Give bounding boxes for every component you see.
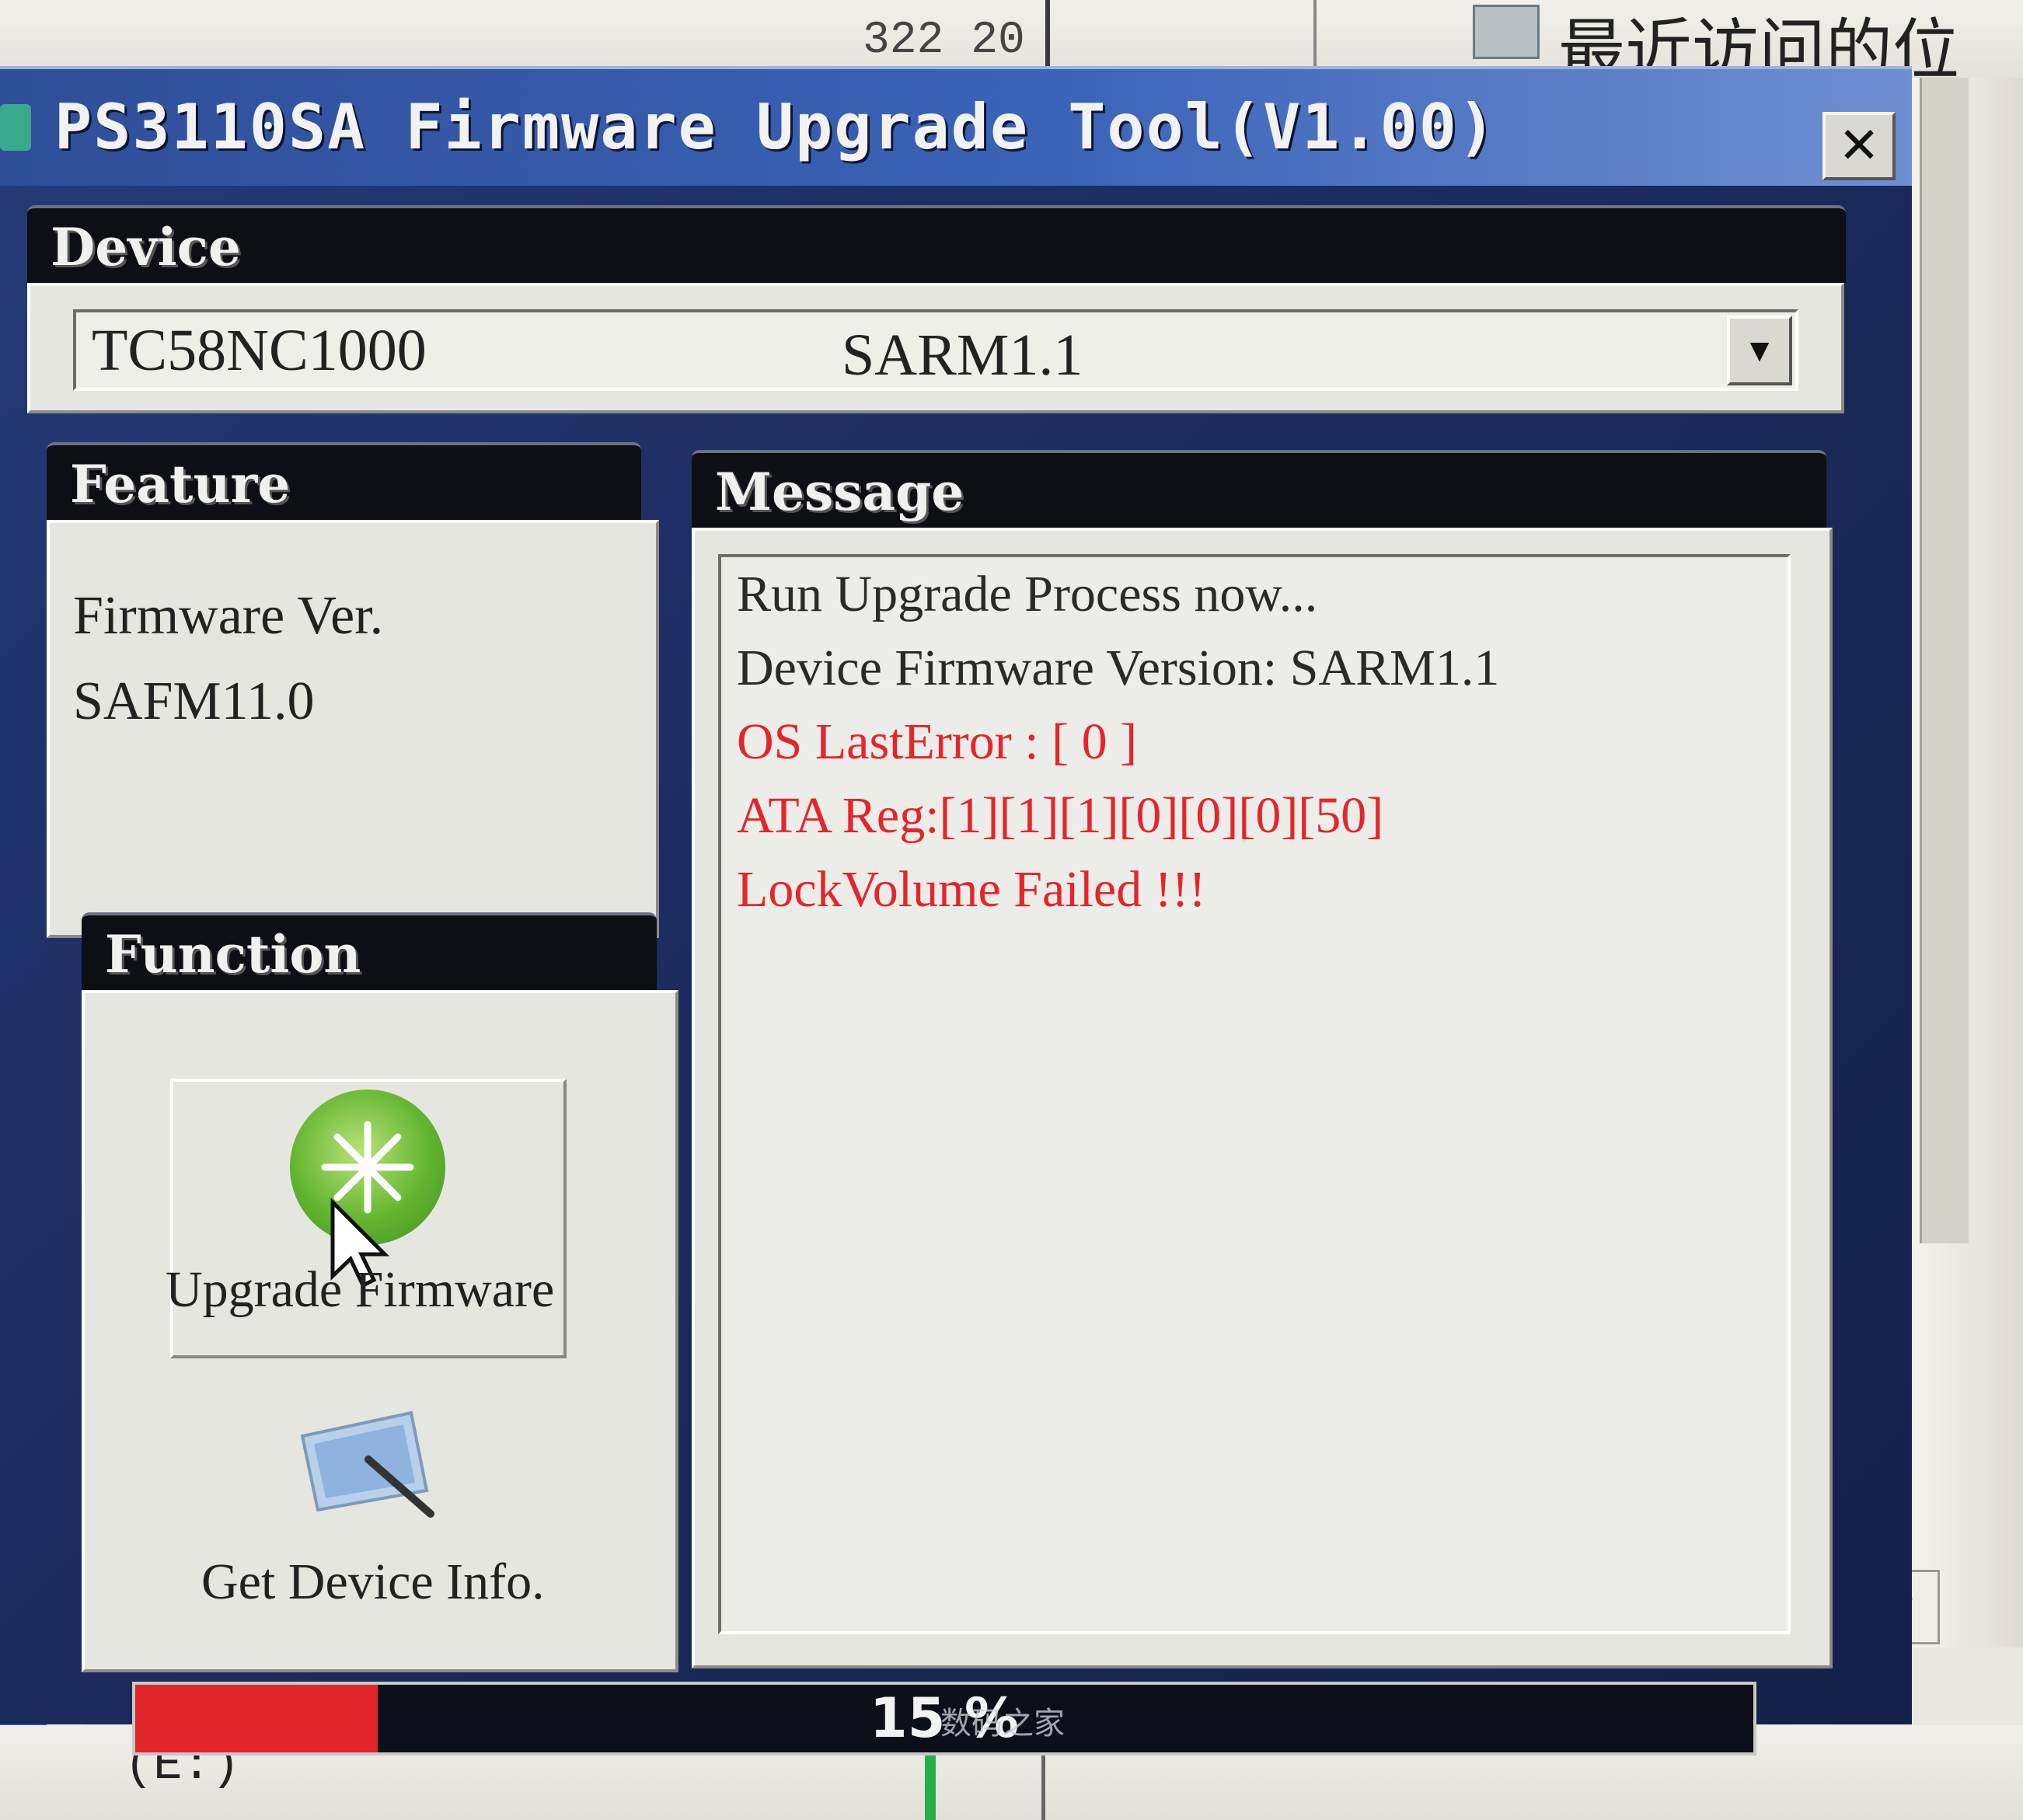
get-device-info-label: Get Device Info. <box>201 1553 545 1610</box>
feature-panel-header: Feature <box>47 442 641 520</box>
folder-icon <box>1473 5 1540 59</box>
device-firmware: SARM1.1 <box>842 323 1083 388</box>
chevron-down-icon[interactable]: ▼ <box>1727 316 1792 385</box>
upgrade-firmware-label: Upgrade Firmware <box>166 1261 555 1318</box>
firmware-upgrade-window: PS3110SA Firmware Upgrade Tool(V1.00) ✕ … <box>0 66 1912 1755</box>
background-right-pane: ▼ <box>1865 78 2023 1647</box>
device-model: TC58NC1000 <box>92 318 427 383</box>
get-device-info-button[interactable]: Get Device Info. <box>178 1405 582 1654</box>
message-line: Device Firmware Version: SARM1.1 <box>737 640 1500 696</box>
column-separator <box>1313 0 1317 70</box>
device-select[interactable]: TC58NC1000 SARM1.1 ▼ <box>73 309 1798 391</box>
firmware-version-value: SAFM11.0 <box>73 671 315 731</box>
column-separator <box>1045 0 1050 70</box>
background-number: 322 20 <box>863 16 1025 66</box>
message-panel-header: Message <box>692 450 1826 528</box>
app-icon <box>0 104 31 151</box>
device-info-icon <box>300 1410 434 1518</box>
window-title: PS3110SA Firmware Upgrade Tool(V1.00) <box>54 91 1498 163</box>
message-line: Run Upgrade Process now... <box>737 566 1318 622</box>
message-line-error: OS LastError : [ 0 ] <box>737 713 1138 770</box>
close-button[interactable]: ✕ <box>1822 112 1896 180</box>
function-panel: Upgrade Firmware Get Device Info. <box>82 990 678 1672</box>
feature-panel: Firmware Ver. SAFM11.0 <box>47 520 659 938</box>
upgrade-firmware-button[interactable]: Upgrade Firmware <box>166 1079 567 1358</box>
scrollbar-track[interactable] <box>1920 78 1969 1243</box>
message-line-error: LockVolume Failed !!! <box>737 861 1206 918</box>
device-panel-header: Device <box>27 205 1846 283</box>
watermark: 数码之家 <box>940 1706 1065 1742</box>
firmware-version-label: Firmware Ver. <box>73 586 384 646</box>
function-panel-header: Function <box>82 912 657 990</box>
title-bar[interactable]: PS3110SA Firmware Upgrade Tool(V1.00) ✕ <box>0 69 1912 186</box>
device-panel: TC58NC1000 SARM1.1 ▼ <box>27 283 1844 413</box>
message-panel: Run Upgrade Process now... Device Firmwa… <box>692 528 1833 1668</box>
message-log[interactable]: Run Upgrade Process now... Device Firmwa… <box>718 554 1791 1634</box>
message-line-error: ATA Reg:[1][1][1][0][0][0][50] <box>737 787 1384 844</box>
